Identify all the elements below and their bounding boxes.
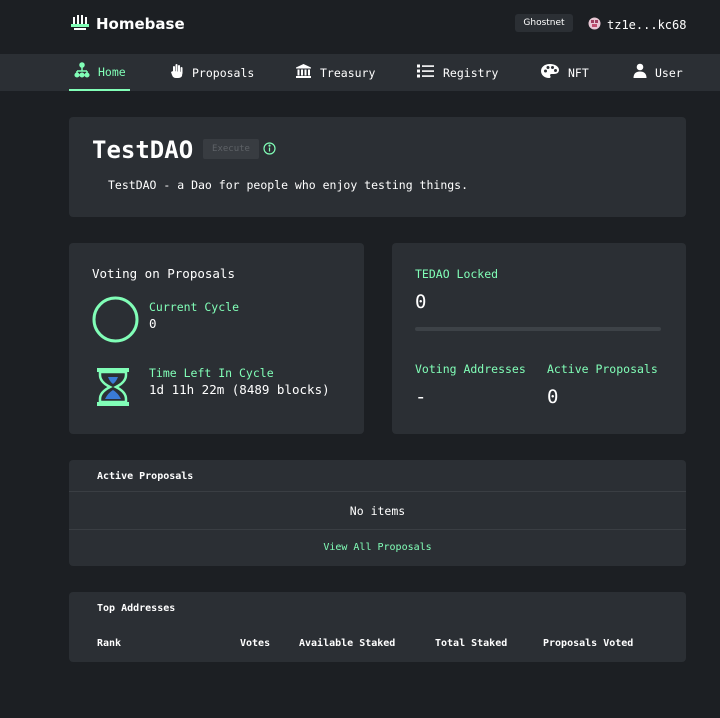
- network-icon: [74, 62, 90, 81]
- nav-label: User: [655, 65, 683, 80]
- dao-title: TestDAO: [92, 136, 194, 164]
- top-bar: Homebase Ghostnet tz1e...kc68: [0, 0, 720, 54]
- nav-item-home[interactable]: Home: [69, 54, 130, 91]
- voting-addresses-value: -: [415, 386, 427, 408]
- app-name: Homebase: [96, 15, 185, 33]
- voting-addresses-label: Voting Addresses: [415, 362, 526, 376]
- account-button[interactable]: tz1e...kc68: [588, 15, 686, 34]
- dao-description: TestDAO - a Dao for people who enjoy tes…: [108, 178, 469, 192]
- nav-label: NFT: [568, 65, 589, 80]
- active-proposals-header: Active Proposals: [69, 460, 686, 492]
- active-proposals-card: Active Proposals No items View All Propo…: [69, 460, 686, 566]
- time-left-label: Time Left In Cycle: [149, 366, 274, 380]
- nav-item-registry[interactable]: Registry: [416, 54, 498, 91]
- voting-card: Voting on Proposals Current Cycle 0 Time…: [69, 243, 364, 434]
- current-cycle-label: Current Cycle: [149, 300, 240, 314]
- nav-item-treasury[interactable]: Treasury: [295, 54, 375, 91]
- palette-icon: [540, 63, 560, 82]
- locked-progress-bar: [415, 327, 661, 331]
- view-all-proposals-link[interactable]: View All Proposals: [69, 530, 686, 566]
- stats-card: TEDAO Locked 0 Voting Addresses - Active…: [392, 243, 686, 434]
- nav-label: Proposals: [192, 65, 255, 80]
- locked-value: 0: [415, 291, 427, 313]
- time-left-value: 1d 11h 22m (8489 blocks): [149, 382, 330, 397]
- bank-icon: [295, 63, 312, 82]
- list-icon: [416, 63, 435, 82]
- column-header-total-staked: Total Staked: [435, 638, 508, 649]
- nav-label: Registry: [443, 65, 499, 80]
- nav-item-proposals[interactable]: Proposals: [170, 54, 254, 91]
- hourglass-icon: [96, 367, 130, 411]
- active-proposals-value: 0: [547, 386, 559, 408]
- avatar: [588, 15, 601, 34]
- nav-item-user[interactable]: User: [633, 54, 683, 91]
- column-header-available-staked: Available Staked: [299, 638, 396, 649]
- nav-label: Treasury: [320, 65, 376, 80]
- dao-header-card: TestDAO Execute TestDAO - a Dao for peop…: [69, 117, 686, 217]
- nav-item-nft[interactable]: NFT: [540, 54, 589, 91]
- main-nav: Home Proposals Treasury Registry NFT Use…: [0, 54, 720, 91]
- column-header-votes: Votes: [240, 638, 271, 649]
- app-logo[interactable]: Homebase: [70, 12, 185, 36]
- voting-heading: Voting on Proposals: [92, 266, 235, 281]
- current-cycle-value: 0: [149, 316, 157, 331]
- column-header-rank: Rank: [97, 638, 122, 649]
- account-address: tz1e...kc68: [607, 17, 687, 32]
- active-proposals-label: Active Proposals: [547, 362, 658, 376]
- network-button[interactable]: Ghostnet: [515, 14, 573, 32]
- nav-label: Home: [98, 64, 126, 79]
- hand-icon: [170, 63, 184, 82]
- locked-label: TEDAO Locked: [415, 267, 499, 281]
- empty-state: No items: [69, 492, 686, 530]
- homebase-logo-icon: [70, 12, 90, 36]
- top-addresses-card: Top Addresses Rank Votes Available Stake…: [69, 592, 686, 662]
- column-header-proposals-voted: Proposals Voted: [543, 638, 634, 649]
- cycle-ring-icon: [92, 296, 139, 347]
- top-addresses-title: Top Addresses: [97, 603, 176, 614]
- info-icon[interactable]: [263, 140, 276, 159]
- execute-button[interactable]: Execute: [203, 139, 259, 159]
- user-icon: [633, 63, 647, 82]
- active-proposals-title: Active Proposals: [97, 471, 194, 482]
